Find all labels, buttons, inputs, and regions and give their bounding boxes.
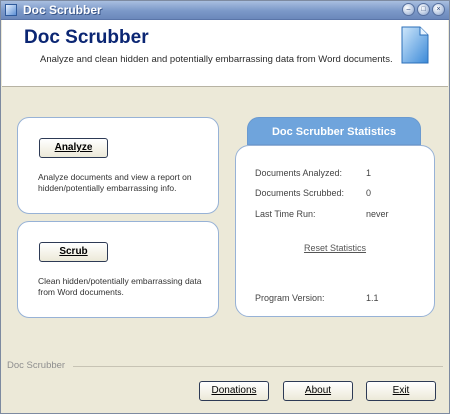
scrub-description: Clean hidden/potentially embarrassing da…: [38, 276, 202, 297]
about-button-label: About: [304, 385, 332, 396]
documents-scrubbed-value: 0: [366, 188, 372, 198]
analyze-panel: Analyze Analyze documents and view a rep…: [17, 117, 219, 214]
window-controls: – □ ×: [402, 3, 445, 16]
page-title: Doc Scrubber: [24, 27, 149, 48]
scrub-button[interactable]: Scrub: [39, 242, 108, 262]
minimize-button[interactable]: –: [402, 3, 415, 16]
page-subtitle: Analyze and clean hidden and potentially…: [40, 54, 393, 65]
program-version-label: Program Version:: [255, 293, 325, 303]
donations-button[interactable]: Donations: [199, 381, 269, 401]
stats-header: Doc Scrubber Statistics: [247, 117, 421, 145]
footer-divider: [73, 366, 443, 367]
app-window: Doc Scrubber – □ × Doc Scrubber Analyze …: [0, 0, 450, 414]
footer-group-label: Doc Scrubber: [7, 360, 66, 371]
exit-button[interactable]: Exit: [366, 381, 436, 401]
analyze-description: Analyze documents and view a report on h…: [38, 172, 192, 193]
donations-button-label: Donations: [211, 385, 257, 396]
documents-analyzed-value: 1: [366, 168, 372, 178]
scrub-button-label: Scrub: [59, 246, 88, 257]
analyze-button-label: Analyze: [54, 142, 93, 153]
documents-analyzed-label: Documents Analyzed:: [255, 168, 343, 178]
about-button[interactable]: About: [283, 381, 353, 401]
title-bar[interactable]: Doc Scrubber – □ ×: [1, 1, 449, 20]
close-button[interactable]: ×: [432, 3, 445, 16]
scrub-panel: Scrub Clean hidden/potentially embarrass…: [17, 221, 219, 318]
window-title: Doc Scrubber: [23, 3, 102, 17]
exit-button-label: Exit: [392, 385, 410, 396]
stats-panel: Documents Analyzed: 1 Documents Scrubbed…: [235, 145, 435, 317]
header-banner: Doc Scrubber Analyze and clean hidden an…: [2, 20, 448, 87]
document-icon: [401, 26, 429, 64]
last-time-run-value: never: [366, 209, 389, 219]
maximize-button[interactable]: □: [417, 3, 430, 16]
last-time-run-label: Last Time Run:: [255, 209, 316, 219]
program-version-value: 1.1: [366, 293, 379, 303]
analyze-button[interactable]: Analyze: [39, 138, 108, 158]
app-icon: [5, 4, 17, 16]
documents-scrubbed-label: Documents Scrubbed:: [255, 188, 345, 198]
reset-statistics-link[interactable]: Reset Statistics: [236, 243, 434, 253]
